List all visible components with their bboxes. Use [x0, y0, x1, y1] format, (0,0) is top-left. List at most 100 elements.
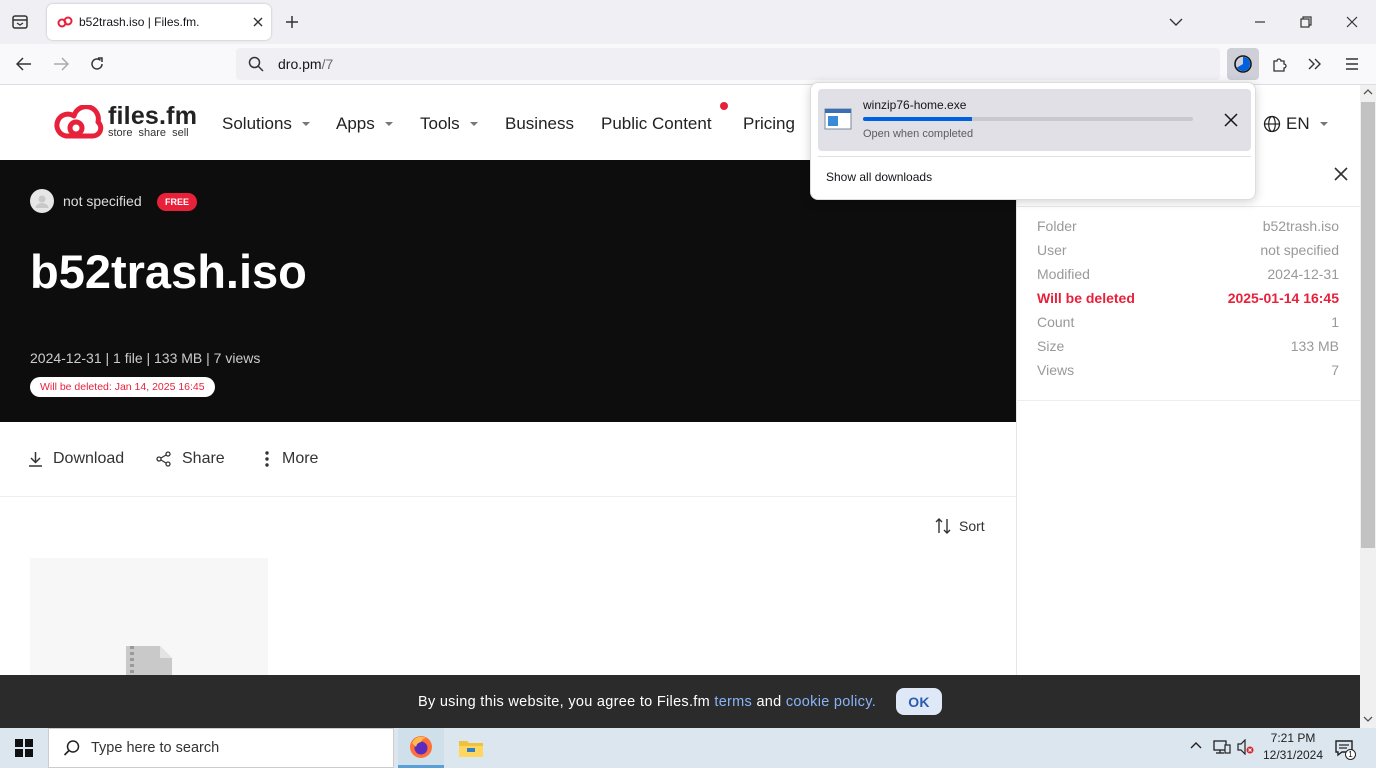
puzzle-icon [1273, 58, 1287, 72]
back-button[interactable] [9, 49, 39, 79]
all-tabs-dropdown[interactable] [1161, 7, 1191, 37]
close-panel-button[interactable] [1334, 167, 1348, 181]
close-window-button[interactable] [1337, 7, 1367, 37]
more-vertical-icon [265, 451, 269, 467]
caret-down-icon [1319, 122, 1328, 126]
new-tab-button[interactable] [277, 7, 307, 37]
cookie-text: By using this website, you agree to File… [417, 693, 715, 710]
browser-tab-active[interactable]: b52trash.iso | Files.fm. [47, 4, 271, 40]
share-button[interactable]: Share [156, 450, 225, 468]
scroll-down-arrow-icon[interactable] [1363, 716, 1373, 722]
start-button[interactable] [15, 739, 33, 757]
panel-divider [1016, 400, 1360, 401]
download-progress-icon [1234, 55, 1252, 73]
address-bar[interactable]: dro.pm/7 [236, 48, 1220, 80]
files-fm-logo[interactable]: files.fm store share sell [52, 104, 197, 139]
close-icon [1346, 16, 1358, 28]
nav-tools[interactable]: Tools [420, 114, 478, 134]
notification-count: 1 [1345, 749, 1356, 760]
nav-solutions[interactable]: Solutions [222, 114, 310, 134]
cancel-download-button[interactable] [1224, 113, 1238, 127]
taskbar-search-box[interactable]: Type here to search [48, 728, 394, 768]
info-row-count: Count 1 [1037, 314, 1339, 330]
info-row-user: User not specified [1037, 242, 1339, 258]
reload-icon [91, 57, 103, 70]
nav-apps[interactable]: Apps [336, 114, 393, 134]
more-label: More [282, 450, 319, 467]
download-icon [29, 452, 42, 467]
cookie-ok-button[interactable]: OK [896, 688, 943, 715]
arrow-left-icon [16, 57, 31, 71]
firefox-taskbar-button[interactable] [398, 728, 444, 768]
caret-down-icon [469, 122, 478, 126]
more-button[interactable]: More [262, 450, 318, 468]
minimize-button[interactable] [1245, 7, 1275, 37]
url-host: dro.pm [278, 56, 322, 72]
language-selector[interactable]: EN [1263, 114, 1328, 134]
volume-muted-icon[interactable] [1237, 739, 1255, 755]
info-value: b52trash.iso [1262, 218, 1339, 234]
notifications-button[interactable]: 1 [1334, 738, 1356, 760]
info-value: 2025-01-14 16:45 [1227, 290, 1339, 306]
file-explorer-taskbar-button[interactable] [458, 738, 484, 758]
close-tab-icon[interactable] [253, 17, 263, 27]
app-menu-button[interactable] [1337, 49, 1367, 79]
chevron-up-icon [1190, 742, 1202, 749]
exe-file-icon [824, 108, 852, 130]
caret-down-icon [301, 122, 310, 126]
show-hidden-icons-button[interactable] [1190, 741, 1202, 749]
restore-button[interactable] [1291, 7, 1321, 37]
owner-name: not specified [63, 193, 142, 209]
deletion-badge: Will be deleted: Jan 14, 2025 16:45 [30, 377, 215, 397]
sort-icon [935, 518, 951, 534]
info-value: 2024-12-31 [1267, 266, 1339, 282]
info-label: Will be deleted [1037, 290, 1135, 306]
popup-divider [818, 156, 1251, 157]
info-row-modified: Modified 2024-12-31 [1037, 266, 1339, 282]
double-chevron-right-icon [1308, 58, 1321, 70]
info-row-deletion: Will be deleted 2025-01-14 16:45 [1037, 290, 1339, 306]
scrollbar-thumb[interactable] [1361, 102, 1375, 548]
language-label: EN [1286, 114, 1310, 133]
restore-icon [1300, 16, 1312, 28]
clock-date: 12/31/2024 [1262, 748, 1324, 762]
network-icon[interactable] [1213, 739, 1231, 755]
terms-link[interactable]: terms [714, 694, 752, 710]
scroll-up-arrow-icon[interactable] [1363, 89, 1373, 95]
nav-public-content[interactable]: Public Content [601, 114, 712, 134]
plus-icon [286, 16, 298, 28]
search-icon [63, 740, 80, 756]
nav-business[interactable]: Business [505, 114, 574, 134]
show-all-downloads-link[interactable]: Show all downloads [826, 170, 932, 184]
files-fm-favicon-icon [57, 16, 73, 28]
notification-dot [720, 102, 728, 110]
downloads-button[interactable] [1227, 48, 1259, 80]
clock-time: 7:21 PM [1270, 731, 1316, 745]
sort-button[interactable]: Sort [934, 517, 985, 535]
info-row-views: Views 7 [1037, 362, 1339, 378]
nav-label: Business [505, 114, 574, 133]
download-filename: winzip76-home.exe [863, 98, 967, 112]
cookie-and-text: and [752, 693, 786, 710]
globe-icon [1263, 115, 1281, 133]
action-bar [0, 422, 1016, 497]
search-icon [248, 56, 264, 72]
nav-pricing[interactable]: Pricing [743, 114, 795, 134]
info-row-size: Size 133 MB [1037, 338, 1339, 354]
cookie-policy-link[interactable]: cookie policy. [786, 694, 876, 710]
system-clock[interactable]: 7:21 PM 12/31/2024 [1258, 730, 1328, 764]
tab-list-icon[interactable] [5, 7, 35, 37]
overflow-toolbar-button[interactable] [1300, 49, 1330, 79]
file-meta: 2024-12-31 | 1 file | 133 MB | 7 views [30, 350, 261, 366]
windows-logo-icon [15, 739, 33, 757]
arrow-right-icon [54, 57, 69, 71]
reload-button[interactable] [82, 49, 112, 79]
forward-button[interactable] [46, 49, 76, 79]
download-label: Download [53, 450, 125, 467]
download-button[interactable]: Download [28, 450, 124, 468]
download-progress-fill [863, 117, 972, 121]
info-value: 1 [1331, 314, 1339, 330]
info-value: 133 MB [1290, 338, 1339, 354]
extensions-button[interactable] [1265, 49, 1295, 79]
hamburger-menu-icon [1346, 58, 1358, 70]
